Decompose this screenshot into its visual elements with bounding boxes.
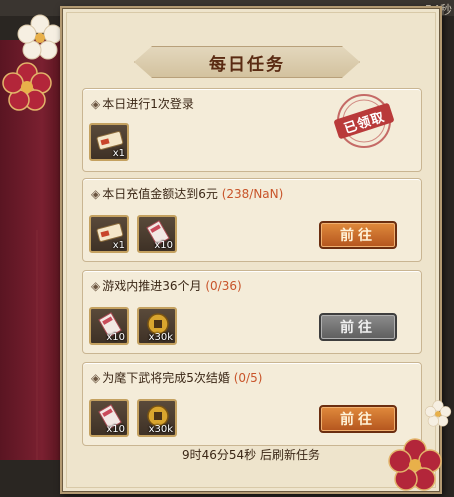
diamond-icon: ◈ (91, 279, 101, 293)
reward-qty: x1 (112, 148, 125, 159)
go-button[interactable]: 前往 (319, 405, 397, 433)
reward-qty: x10 (106, 332, 125, 343)
reward-item[interactable]: x30k (137, 399, 177, 437)
task-title: ◈ 游戏内推进36个月 (0/36) (91, 279, 242, 293)
title-banner: 每日任务 (134, 46, 360, 78)
diamond-icon: ◈ (91, 97, 101, 111)
task-title: ◈ 本日充值金额达到6元 (238/NaN) (91, 187, 284, 201)
panel-title: 每日任务 (209, 54, 285, 75)
reward-item[interactable]: x1 (89, 123, 129, 161)
reward-item[interactable]: x1 (89, 215, 129, 253)
task-title: ◈ 为麾下武将完成5次结婚 (0/5) (91, 371, 263, 385)
reward-item[interactable]: x10 (137, 215, 177, 253)
task-card-marriage: ◈ 为麾下武将完成5次结婚 (0/5) x10 x30k 前往 (82, 362, 422, 446)
task-card-login: ◈ 本日进行1次登录 x1 已领取 (82, 88, 422, 172)
task-progress: (238/NaN) (221, 187, 284, 201)
reward-item[interactable]: x30k (137, 307, 177, 345)
refresh-timer: 9时46分54秒 后刷新任务 (182, 448, 320, 462)
cherry-blossom-icon (424, 400, 452, 427)
task-progress: (0/36) (205, 279, 242, 293)
task-progress: (0/5) (233, 371, 263, 385)
red-flower-icon (388, 438, 442, 491)
diamond-icon: ◈ (91, 371, 101, 385)
task-card-recharge: ◈ 本日充值金额达到6元 (238/NaN) x1 x10 前往 (82, 178, 422, 262)
claimed-stamp: 已领取 (329, 91, 399, 157)
reward-qty: x10 (154, 240, 173, 251)
reward-qty: x30k (148, 332, 173, 343)
go-button[interactable]: 前往 (319, 221, 397, 249)
reward-item[interactable]: x10 (89, 399, 129, 437)
reward-qty: x10 (106, 424, 125, 435)
reward-qty: x1 (112, 240, 125, 251)
reward-item[interactable]: x10 (89, 307, 129, 345)
diamond-icon: ◈ (91, 187, 101, 201)
red-flower-icon (2, 62, 52, 111)
decorative-cord (36, 230, 38, 460)
cherry-blossom-icon (17, 14, 63, 60)
task-card-advance-months: ◈ 游戏内推进36个月 (0/36) x10 x30k 前往 (82, 270, 422, 354)
reward-qty: x30k (148, 424, 173, 435)
task-title: ◈ 本日进行1次登录 (91, 97, 194, 111)
go-button-disabled[interactable]: 前往 (319, 313, 397, 341)
daily-task-panel: 每日任务 ◈ 本日进行1次登录 x1 已领取 ◈ 本日充值金额达到6元 (238/N… (60, 6, 442, 494)
